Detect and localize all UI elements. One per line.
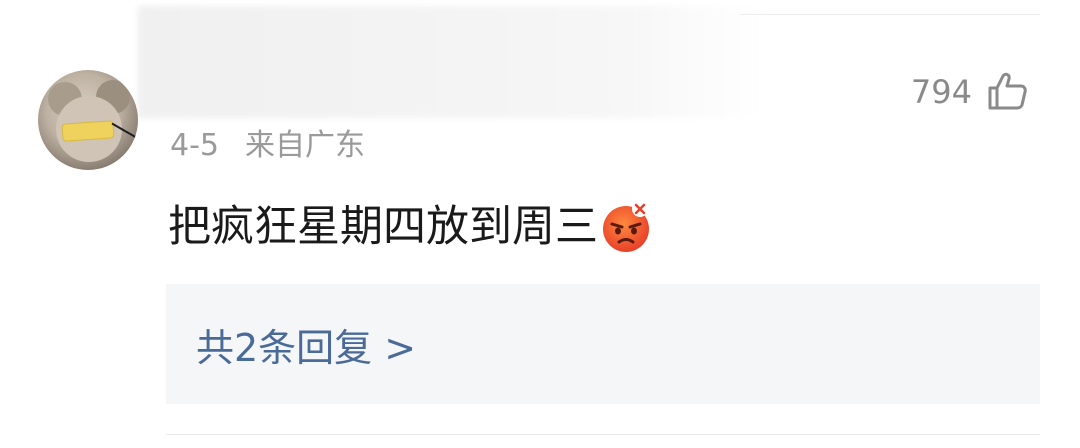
replies-panel: 共2条回复 > bbox=[166, 284, 1040, 404]
angry-face-icon bbox=[603, 201, 649, 252]
comment-item: 794 4-5 来自广东 把疯狂星期四放到周三 共2条回复 > bbox=[0, 0, 1080, 448]
like-count: 794 bbox=[910, 73, 972, 111]
thumbs-up-icon[interactable] bbox=[986, 70, 1028, 112]
comment-text: 把疯狂星期四放到周三 bbox=[168, 202, 598, 252]
avatar[interactable] bbox=[38, 70, 138, 170]
username-redacted bbox=[138, 6, 758, 118]
comment-location: 来自广东 bbox=[245, 128, 365, 163]
divider bbox=[166, 434, 1040, 435]
comment-body: 把疯狂星期四放到周三 bbox=[168, 200, 654, 254]
divider bbox=[740, 14, 1040, 15]
view-replies-link[interactable]: 共2条回复 > bbox=[196, 324, 416, 372]
comment-date: 4-5 bbox=[170, 128, 219, 163]
comment-meta: 4-5 来自广东 bbox=[170, 126, 365, 166]
